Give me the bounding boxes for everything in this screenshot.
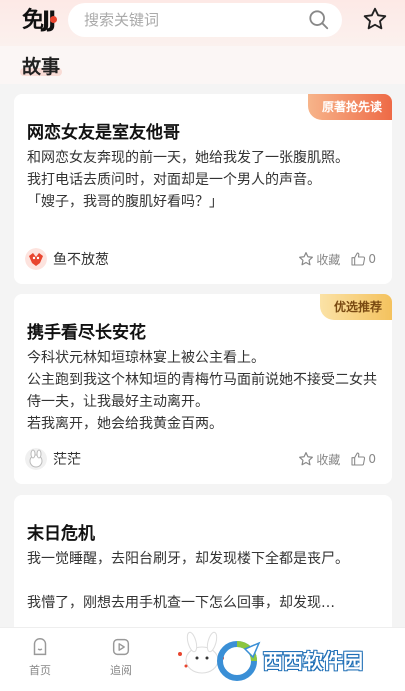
logo-dot	[50, 16, 57, 23]
like-count: 0	[368, 252, 376, 266]
story-excerpt[interactable]: 和网恋女友奔现的前一天，她给我发了一张腹肌照。 我打电话去质问时，对面却是一个男…	[27, 147, 383, 213]
collect-button[interactable]: 收藏	[298, 251, 340, 268]
watermark-text: 西西软件园	[263, 649, 363, 673]
watermark: 西西软件园	[215, 639, 405, 683]
star-outline-icon	[299, 452, 314, 466]
nav-follow-label: 追阅	[110, 664, 132, 677]
story-excerpt[interactable]: 我一觉睡醒，去阳台刷牙，却发现楼下全都是丧尸。 我懵了，刚想去用手机查一下怎么回…	[27, 548, 383, 614]
excerpt-line: 我懵了，刚想去用手机查一下怎么回事，却发现…	[27, 595, 335, 611]
star-outline-icon	[299, 252, 314, 266]
like-count: 0	[368, 452, 376, 466]
excerpt-line: 公主跑到我这个林知垣的青梅竹马面前说她不接受二女共侍一夫，让我最好主动离开。	[27, 372, 377, 410]
collect-label: 收藏	[316, 252, 341, 267]
story-title[interactable]: 携手看尽长安花	[27, 318, 146, 343]
story-card[interactable]: 优选推荐 携手看尽长安花 今科状元林知垣琼林宴上被公主看上。 公主跑到我这个林知…	[14, 294, 392, 484]
nav-home-label: 首页	[29, 664, 51, 677]
excerpt-line	[27, 570, 383, 592]
excerpt-line: 今科状元林知垣琼林宴上被公主看上。	[27, 350, 265, 366]
author-name: 茫茫	[53, 452, 81, 468]
story-card[interactable]: 原著抢先读 网恋女友是室友他哥 和网恋女友奔现的前一天，她给我发了一张腹肌照。 …	[14, 94, 392, 284]
card-actions: 收藏 0	[288, 250, 376, 268]
star-icon[interactable]	[362, 6, 388, 32]
story-excerpt[interactable]: 今科状元林知垣琼林宴上被公主看上。 公主跑到我这个林知垣的青梅竹马面前说她不接受…	[27, 347, 383, 435]
nav-follow[interactable]: 追阅	[96, 636, 146, 678]
watermark-logo-icon	[217, 641, 261, 681]
section-title: 故事	[22, 56, 61, 78]
card-actions: 收藏 0	[288, 450, 376, 468]
excerpt-line: 「嫂子，我哥的腹肌好看吗？」	[27, 194, 223, 210]
play-icon	[112, 638, 130, 656]
thumbs-up-icon	[351, 252, 366, 266]
collect-label: 收藏	[316, 452, 341, 467]
search-bar[interactable]	[68, 3, 342, 37]
top-bar: 免JJ	[0, 0, 405, 46]
section-header: 故事	[0, 46, 405, 84]
collect-button[interactable]: 收藏	[298, 451, 340, 468]
badge-recommended: 优选推荐	[319, 294, 392, 320]
home-icon	[33, 638, 47, 656]
search-icon[interactable]	[308, 9, 330, 31]
excerpt-line: 我打电话去质问时，对面却是一个男人的声音。	[27, 172, 321, 188]
badge-early-read: 原著抢先读	[307, 94, 392, 120]
story-title[interactable]: 末日危机	[27, 519, 95, 544]
nav-home[interactable]: 首页	[15, 636, 65, 678]
author-name: 鱼不放葱	[53, 252, 109, 268]
excerpt-line: 我一觉睡醒，去阳台刷牙，却发现楼下全都是丧尸。	[27, 551, 349, 567]
author[interactable]: 鱼不放葱	[25, 248, 109, 270]
author[interactable]: 茫茫	[25, 448, 81, 470]
avatar	[25, 448, 47, 470]
story-title[interactable]: 网恋女友是室友他哥	[27, 118, 180, 143]
avatar	[25, 248, 47, 270]
search-input[interactable]	[84, 11, 294, 29]
excerpt-line: 和网恋女友奔现的前一天，她给我发了一张腹肌照。	[27, 150, 349, 166]
thumbs-up-icon	[351, 452, 366, 466]
like-button[interactable]: 0	[350, 251, 376, 267]
excerpt-line: 若我离开，她会给我黄金百两。	[27, 416, 223, 432]
like-button[interactable]: 0	[350, 451, 376, 467]
